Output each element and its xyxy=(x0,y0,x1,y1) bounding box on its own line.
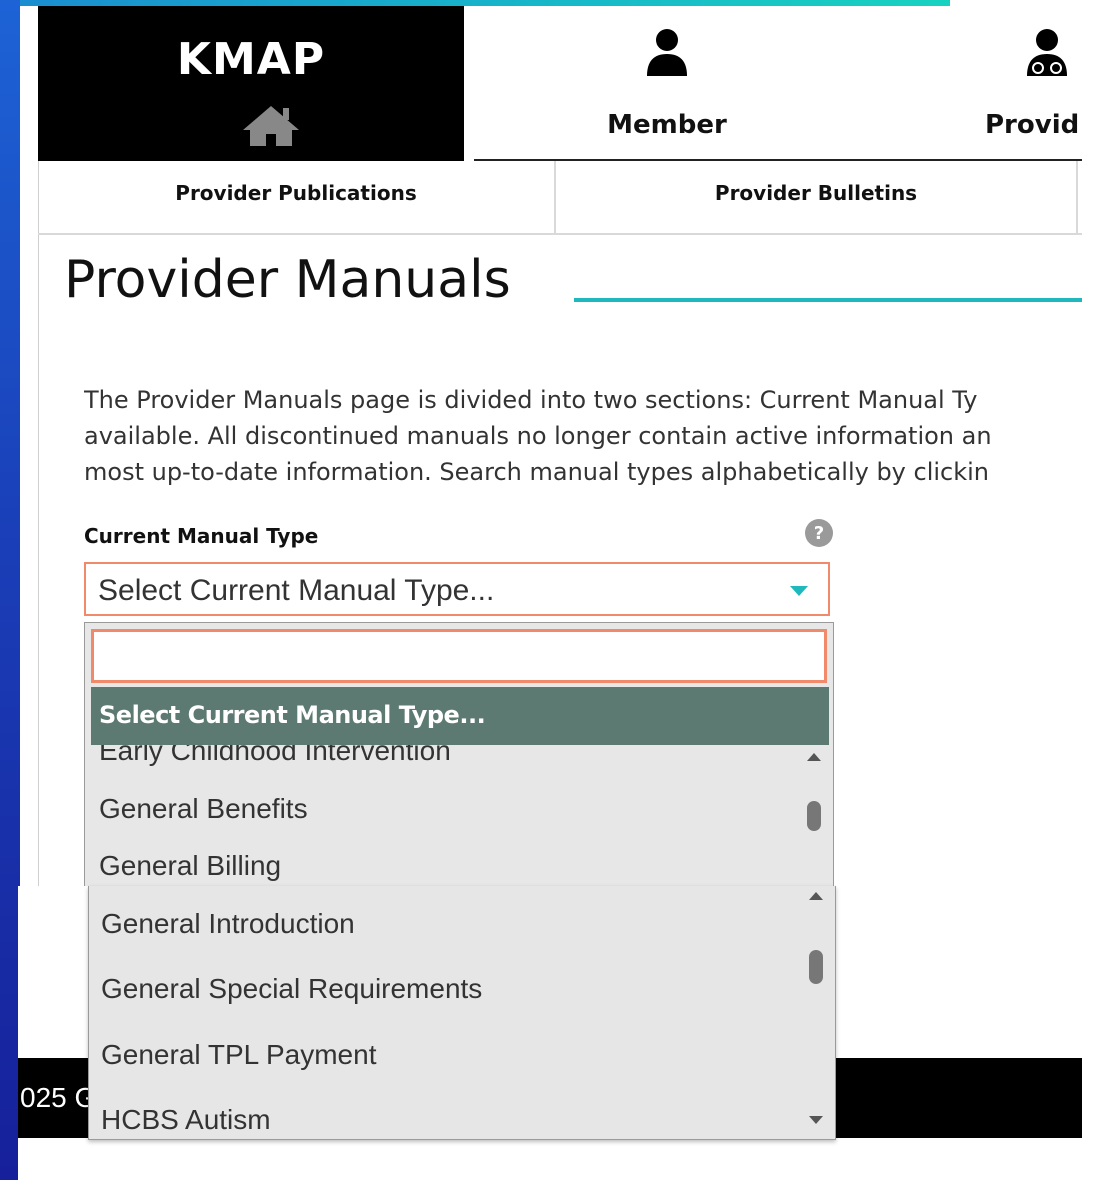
dropdown-option[interactable]: General Introduction xyxy=(101,908,355,940)
svg-text:?: ? xyxy=(814,523,824,544)
current-manual-type-label: Current Manual Type xyxy=(84,524,319,548)
scroll-down-icon[interactable] xyxy=(807,1114,825,1126)
doctor-icon xyxy=(1027,29,1067,76)
scroll-up-icon[interactable] xyxy=(807,890,825,902)
background-panel xyxy=(18,886,88,1060)
dropdown-option[interactable]: General TPL Payment xyxy=(101,1039,376,1071)
tab-provider-publications[interactable]: Provider Publications xyxy=(38,161,556,233)
site-logo[interactable]: KMAP xyxy=(38,6,464,161)
nav-member[interactable]: Member xyxy=(474,6,860,161)
help-icon[interactable]: ? xyxy=(804,518,834,548)
home-icon[interactable] xyxy=(241,104,301,148)
dropdown-option[interactable]: General Special Requirements xyxy=(101,973,482,1005)
current-manual-type-select[interactable]: Select Current Manual Type... xyxy=(84,562,830,616)
nav-provider[interactable]: Provid xyxy=(860,6,1082,161)
title-underline xyxy=(574,298,1082,302)
dropdown-option[interactable]: HCBS Autism xyxy=(101,1104,271,1136)
tab-provider-bulletins[interactable]: Provider Bulletins xyxy=(556,161,1078,233)
footer-text: 025 G xyxy=(20,1082,97,1113)
scrollbar-thumb[interactable] xyxy=(809,950,823,984)
page-title: Provider Manuals xyxy=(64,250,511,310)
dropdown-search-input[interactable] xyxy=(91,629,827,683)
nav-provider-label: Provid xyxy=(985,110,1080,140)
left-edge-bar xyxy=(0,0,20,1180)
person-icon xyxy=(647,29,687,76)
chevron-down-icon xyxy=(790,586,808,596)
manual-type-dropdown-continued: General Introduction General Special Req… xyxy=(88,886,836,1140)
scrollbar-thumb[interactable] xyxy=(807,801,821,831)
intro-line: The Provider Manuals page is divided int… xyxy=(84,386,978,414)
intro-text: The Provider Manuals page is divided int… xyxy=(84,382,1082,494)
dropdown-option[interactable]: General Billing xyxy=(99,850,281,882)
nav-member-label: Member xyxy=(607,110,727,140)
dropdown-option[interactable]: General Benefits xyxy=(99,793,308,825)
dropdown-option-highlighted[interactable]: Select Current Manual Type... xyxy=(91,687,829,745)
bottom-background xyxy=(18,1138,1098,1180)
scroll-up-icon[interactable] xyxy=(805,751,823,763)
logo-text: KMAP xyxy=(176,34,326,85)
select-value: Select Current Manual Type... xyxy=(98,574,495,607)
intro-line: most up-to-date information. Search manu… xyxy=(84,458,990,486)
sub-navigation: Provider Publications Provider Bulletins xyxy=(38,161,1082,235)
manual-type-dropdown: Select Current Manual Type... Early Chil… xyxy=(84,622,834,888)
intro-line: available. All discontinued manuals no l… xyxy=(84,422,992,450)
